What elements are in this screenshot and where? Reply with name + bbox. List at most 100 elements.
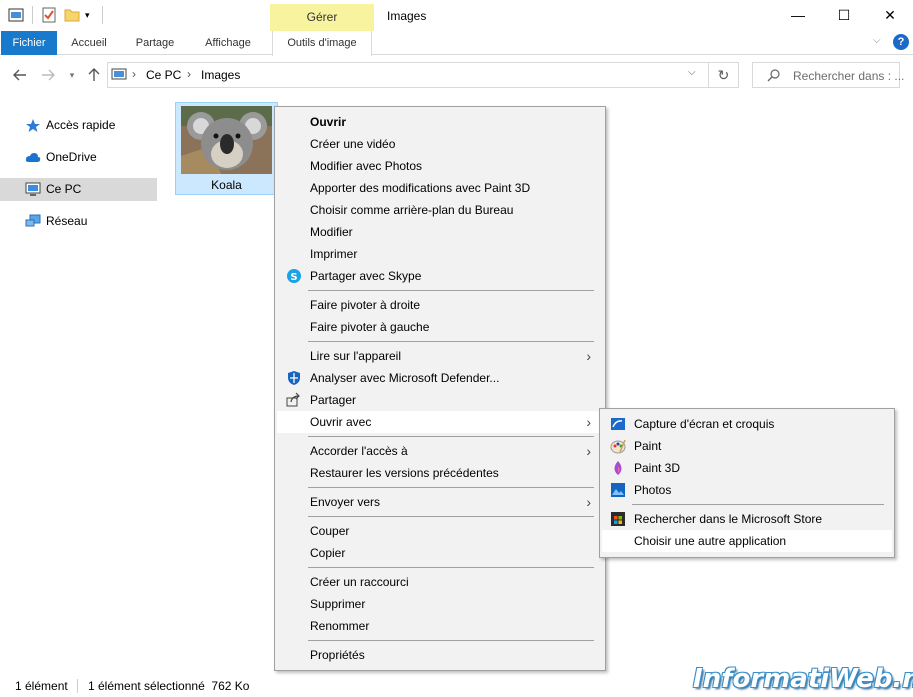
- snip-sketch-icon: [610, 416, 626, 432]
- address-bar[interactable]: › Ce PC › Images ⌵: [107, 62, 709, 88]
- status-selection: 1 élément sélectionné 762 Ko: [88, 679, 250, 693]
- tab-affichage[interactable]: Affichage: [196, 31, 260, 55]
- computer-icon: [25, 182, 41, 197]
- menu-item-pivoter-gauche[interactable]: Faire pivoter à gauche: [277, 316, 603, 338]
- koala-thumbnail: [181, 106, 272, 174]
- menu-item-paint3d[interactable]: Apporter des modifications avec Paint 3D: [277, 177, 603, 199]
- submenu-item-store[interactable]: Rechercher dans le Microsoft Store: [602, 508, 892, 530]
- file-item-koala[interactable]: Koala: [175, 102, 278, 195]
- submenu-separator: [632, 504, 884, 505]
- minimize-button[interactable]: —: [775, 0, 821, 31]
- menu-separator: [308, 436, 594, 437]
- recent-locations-icon[interactable]: ▾: [64, 63, 80, 87]
- sidebar-item-label: Accès rapide: [46, 118, 116, 132]
- sidebar-item-label: Ce PC: [46, 182, 82, 196]
- network-icon: [25, 214, 41, 229]
- menu-item-renommer[interactable]: Renommer: [277, 615, 603, 637]
- paint3d-icon: [610, 460, 626, 476]
- properties-icon[interactable]: [41, 7, 57, 23]
- search-box[interactable]: Rechercher dans : ...: [752, 62, 904, 88]
- new-folder-icon[interactable]: [64, 7, 80, 23]
- menu-separator: [308, 290, 594, 291]
- expand-ribbon-icon[interactable]: ⌵: [873, 35, 881, 46]
- menu-item-imprimer[interactable]: Imprimer: [277, 243, 603, 265]
- menu-separator: [308, 567, 594, 568]
- chevron-right-icon: ›: [586, 494, 591, 510]
- submenu-item-capture[interactable]: Capture d'écran et croquis: [602, 413, 892, 435]
- breadcrumb-ce-pc[interactable]: Ce PC: [146, 68, 181, 82]
- sidebar-item-ce-pc[interactable]: Ce PC: [0, 178, 157, 201]
- menu-item-modifier[interactable]: Modifier: [277, 221, 603, 243]
- menu-item-copier[interactable]: Copier: [277, 542, 603, 564]
- file-name: Koala: [211, 178, 242, 192]
- menu-item-couper[interactable]: Couper: [277, 520, 603, 542]
- divider: [32, 6, 33, 24]
- up-arrow-icon[interactable]: [84, 63, 104, 87]
- address-dropdown-icon[interactable]: ⌵: [688, 67, 696, 78]
- menu-item-modifier-photos[interactable]: Modifier avec Photos: [277, 155, 603, 177]
- help-icon[interactable]: ?: [893, 34, 909, 50]
- menu-item-ouvrir-avec[interactable]: Ouvrir avec ›: [277, 411, 603, 433]
- window-title: Images: [387, 9, 427, 23]
- menu-item-creer-video[interactable]: Créer une vidéo: [277, 133, 603, 155]
- menu-item-accorder-acces[interactable]: Accorder l'accès à ›: [277, 440, 603, 462]
- menu-item-pivoter-droite[interactable]: Faire pivoter à droite: [277, 294, 603, 316]
- chevron-right-icon: ›: [586, 414, 591, 430]
- menu-item-arriere-plan[interactable]: Choisir comme arrière-plan du Bureau: [277, 199, 603, 221]
- maximize-button[interactable]: ☐: [821, 0, 867, 31]
- paint-icon: [610, 438, 626, 454]
- defender-icon: [286, 370, 302, 386]
- menu-item-partager-skype[interactable]: S Partager avec Skype: [277, 265, 603, 287]
- menu-item-lire-appareil[interactable]: Lire sur l'appareil ›: [277, 345, 603, 367]
- cloud-icon: [25, 150, 41, 165]
- breadcrumb-images[interactable]: Images: [201, 68, 240, 82]
- menu-item-restaurer-versions[interactable]: Restaurer les versions précédentes: [277, 462, 603, 484]
- menu-item-partager[interactable]: Partager: [277, 389, 603, 411]
- menu-item-creer-raccourci[interactable]: Créer un raccourci: [277, 571, 603, 593]
- menu-item-supprimer[interactable]: Supprimer: [277, 593, 603, 615]
- menu-separator: [308, 516, 594, 517]
- tab-partage[interactable]: Partage: [126, 31, 184, 55]
- sidebar-item-acces-rapide[interactable]: Accès rapide: [0, 114, 157, 137]
- tab-accueil[interactable]: Accueil: [62, 31, 116, 55]
- tab-fichier[interactable]: Fichier: [1, 31, 57, 55]
- close-button[interactable]: ✕: [867, 0, 913, 31]
- sidebar-item-reseau[interactable]: Réseau: [0, 210, 157, 233]
- submenu-item-photos[interactable]: Photos: [602, 479, 892, 501]
- refresh-button[interactable]: ↻: [709, 62, 739, 88]
- menu-item-analyser-defender[interactable]: Analyser avec Microsoft Defender...: [277, 367, 603, 389]
- star-icon: [25, 118, 41, 133]
- context-tab-gerer[interactable]: Gérer: [270, 4, 374, 31]
- chevron-right-icon: ›: [586, 443, 591, 459]
- ribbon-tabs: Fichier Accueil Partage Affichage Outils…: [0, 31, 913, 56]
- menu-separator: [308, 341, 594, 342]
- pc-icon: [111, 67, 127, 86]
- sidebar-item-label: Réseau: [46, 214, 88, 228]
- menu-separator: [308, 640, 594, 641]
- divider: [77, 679, 78, 693]
- title-bar: ▾ Gérer Images — ☐ ✕: [0, 0, 913, 31]
- context-menu: Ouvrir Créer une vidéo Modifier avec Pho…: [274, 106, 606, 671]
- tab-outils-image[interactable]: Outils d'image: [272, 31, 372, 56]
- sidebar-item-label: OneDrive: [46, 150, 97, 164]
- menu-item-ouvrir[interactable]: Ouvrir: [277, 111, 603, 133]
- submenu-item-paint3d[interactable]: Paint 3D: [602, 457, 892, 479]
- photos-icon: [610, 482, 626, 498]
- open-with-submenu: Capture d'écran et croquis Paint Paint 3…: [599, 408, 895, 558]
- watermark-logo: InformatiWeb.net: [693, 664, 913, 694]
- skype-icon: S: [286, 268, 302, 284]
- status-item-count: 1 élément: [15, 679, 68, 693]
- search-placeholder: Rechercher dans : ...: [793, 69, 905, 83]
- back-arrow-icon[interactable]: [10, 63, 30, 87]
- submenu-item-paint[interactable]: Paint: [602, 435, 892, 457]
- submenu-item-autre-application[interactable]: Choisir une autre application: [602, 530, 892, 552]
- menu-item-proprietes[interactable]: Propriétés: [277, 644, 603, 666]
- sidebar-item-onedrive[interactable]: OneDrive: [0, 146, 157, 169]
- customize-qat-icon[interactable]: ▾: [85, 7, 101, 23]
- window-icon: [8, 7, 24, 23]
- forward-arrow-icon[interactable]: [38, 63, 58, 87]
- share-icon: [286, 392, 302, 408]
- menu-item-envoyer-vers[interactable]: Envoyer vers ›: [277, 491, 603, 513]
- store-icon: [610, 511, 626, 527]
- menu-separator: [308, 487, 594, 488]
